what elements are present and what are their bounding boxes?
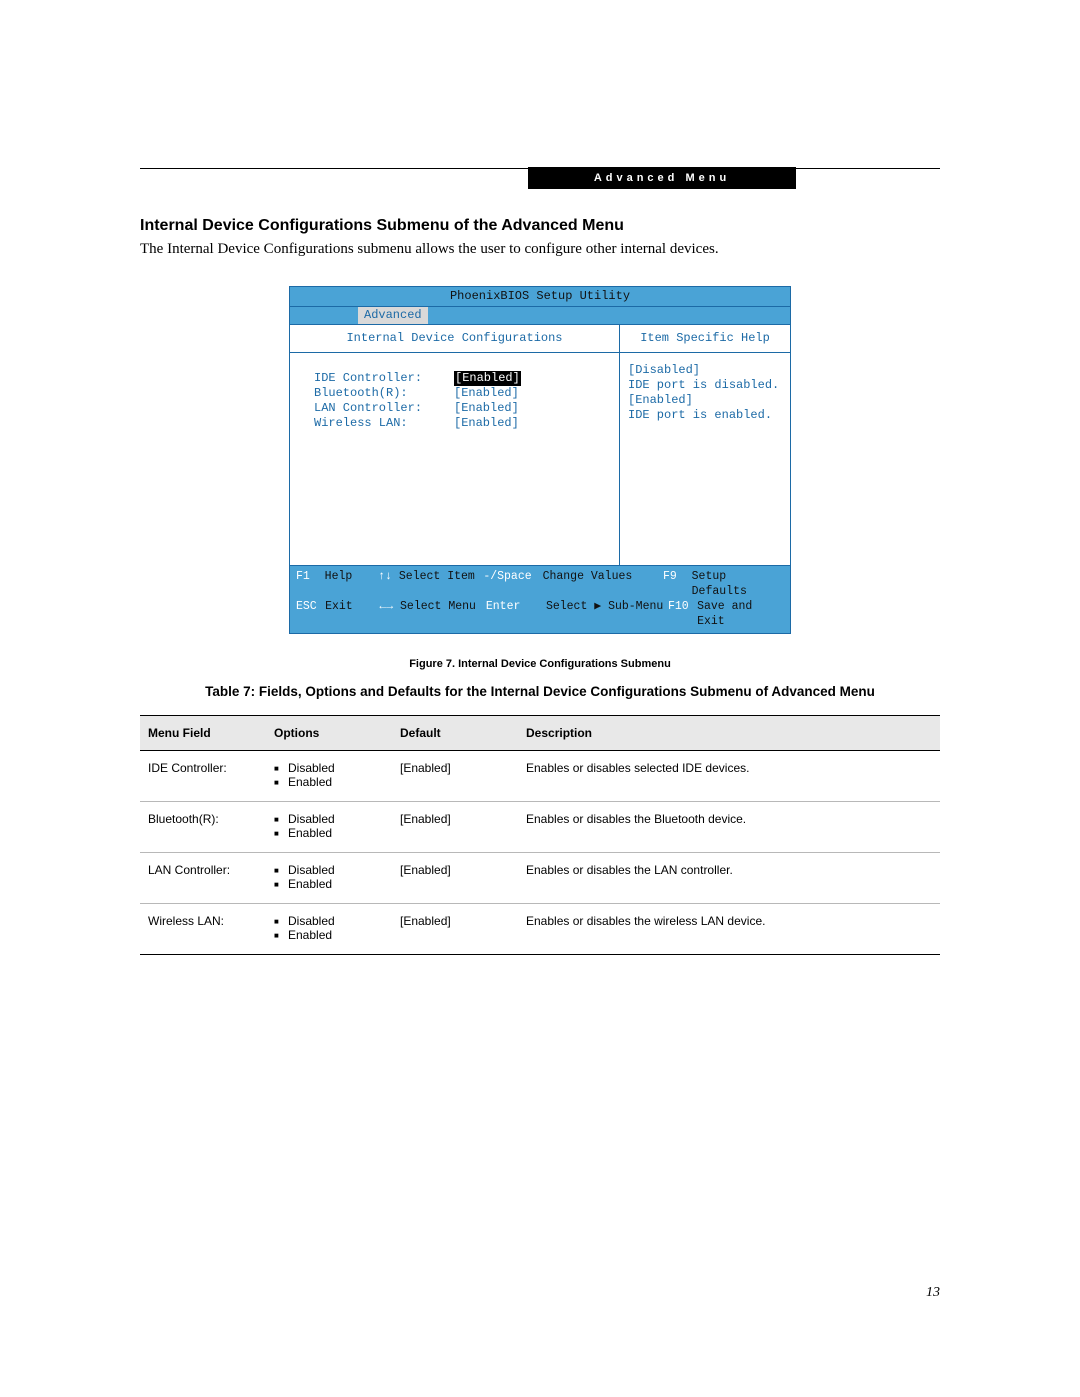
cell-field: Wireless LAN: <box>140 904 266 955</box>
cell-default: [Enabled] <box>392 802 518 853</box>
bios-action: Select Menu <box>400 600 476 613</box>
header-bar: Advanced Menu <box>528 167 796 189</box>
options-table: Menu Field Options Default Description I… <box>140 715 940 955</box>
bios-tab-advanced: Advanced <box>358 307 428 324</box>
table-header-row: Menu Field Options Default Description <box>140 716 940 751</box>
bios-help-line: [Enabled] <box>628 393 782 408</box>
cell-description: Enables or disables the LAN controller. <box>518 853 940 904</box>
cell-options: Disabled Enabled <box>266 751 392 802</box>
bios-label: LAN Controller: <box>314 401 454 416</box>
th-menu-field: Menu Field <box>140 716 266 751</box>
bios-key: ↑↓ <box>378 570 392 583</box>
bios-value-selected: [Enabled] <box>454 371 521 386</box>
cell-field: LAN Controller: <box>140 853 266 904</box>
intro-paragraph: The Internal Device Configurations subme… <box>140 241 940 258</box>
bios-label: IDE Controller: <box>314 371 454 386</box>
table-row: Wireless LAN: Disabled Enabled [Enabled]… <box>140 904 940 955</box>
bios-key: F1 <box>296 569 325 599</box>
cell-description: Enables or disables the Bluetooth device… <box>518 802 940 853</box>
bios-key: ←→ <box>379 600 393 613</box>
bios-row-lan: LAN Controller: [Enabled] <box>314 401 609 416</box>
bios-right-heading: Item Specific Help <box>620 325 790 353</box>
bios-row-wlan: Wireless LAN: [Enabled] <box>314 416 609 431</box>
th-default: Default <box>392 716 518 751</box>
option-item: Enabled <box>274 826 384 840</box>
bios-value: [Enabled] <box>454 386 519 401</box>
cell-default: [Enabled] <box>392 751 518 802</box>
bios-action: Help <box>325 569 379 599</box>
cell-description: Enables or disables the wireless LAN dev… <box>518 904 940 955</box>
page-number: 13 <box>926 1285 940 1301</box>
bios-help-line: [Disabled] <box>628 363 782 378</box>
bios-title: PhoenixBIOS Setup Utility <box>290 287 790 307</box>
bios-row-ide: IDE Controller: [Enabled] <box>314 371 609 386</box>
bios-key: -/Space <box>483 569 542 599</box>
bios-action: Save and Exit <box>697 599 784 629</box>
cell-options: Disabled Enabled <box>266 802 392 853</box>
bios-value: [Enabled] <box>454 401 519 416</box>
bios-key: Enter <box>486 599 546 629</box>
bios-left-heading: Internal Device Configurations <box>290 325 619 353</box>
cell-default: [Enabled] <box>392 904 518 955</box>
bios-key: F10 <box>668 599 697 629</box>
option-item: Disabled <box>274 812 384 826</box>
cell-field: IDE Controller: <box>140 751 266 802</box>
option-item: Disabled <box>274 863 384 877</box>
bios-screenshot: PhoenixBIOS Setup Utility Advanced Inter… <box>289 286 791 634</box>
bios-key: ESC <box>296 599 325 629</box>
cell-options: Disabled Enabled <box>266 853 392 904</box>
bios-action: Setup Defaults <box>692 569 784 599</box>
bios-key: F9 <box>663 569 692 599</box>
bios-label: Bluetooth(R): <box>314 386 454 401</box>
option-item: Enabled <box>274 775 384 789</box>
table-row: LAN Controller: Disabled Enabled [Enable… <box>140 853 940 904</box>
table-caption: Table 7: Fields, Options and Defaults fo… <box>140 684 940 699</box>
bios-settings-list: IDE Controller: [Enabled] Bluetooth(R): … <box>290 353 619 565</box>
bios-footer: F1 Help ↑↓ Select Item -/Space Change Va… <box>290 565 790 633</box>
cell-field: Bluetooth(R): <box>140 802 266 853</box>
figure-caption: Figure 7. Internal Device Configurations… <box>140 658 940 670</box>
bios-action: Change Values <box>543 569 663 599</box>
cell-options: Disabled Enabled <box>266 904 392 955</box>
table-row: Bluetooth(R): Disabled Enabled [Enabled]… <box>140 802 940 853</box>
option-item: Enabled <box>274 877 384 891</box>
cell-description: Enables or disables selected IDE devices… <box>518 751 940 802</box>
bios-label: Wireless LAN: <box>314 416 454 431</box>
bios-action: Select Item <box>399 570 475 583</box>
bios-value: [Enabled] <box>454 416 519 431</box>
bios-help-text: [Disabled] IDE port is disabled. [Enable… <box>620 353 790 565</box>
bios-row-bluetooth: Bluetooth(R): [Enabled] <box>314 386 609 401</box>
bios-help-line: IDE port is disabled. <box>628 378 782 393</box>
bios-help-line: IDE port is enabled. <box>628 408 782 423</box>
cell-default: [Enabled] <box>392 853 518 904</box>
bios-tab-bar: Advanced <box>290 307 790 325</box>
th-options: Options <box>266 716 392 751</box>
option-item: Disabled <box>274 761 384 775</box>
option-item: Enabled <box>274 928 384 942</box>
section-title: Internal Device Configurations Submenu o… <box>140 217 940 235</box>
bios-action: Exit <box>325 599 379 629</box>
option-item: Disabled <box>274 914 384 928</box>
table-row: IDE Controller: Disabled Enabled [Enable… <box>140 751 940 802</box>
th-description: Description <box>518 716 940 751</box>
bios-action: Select ▶ Sub-Menu <box>546 599 668 629</box>
